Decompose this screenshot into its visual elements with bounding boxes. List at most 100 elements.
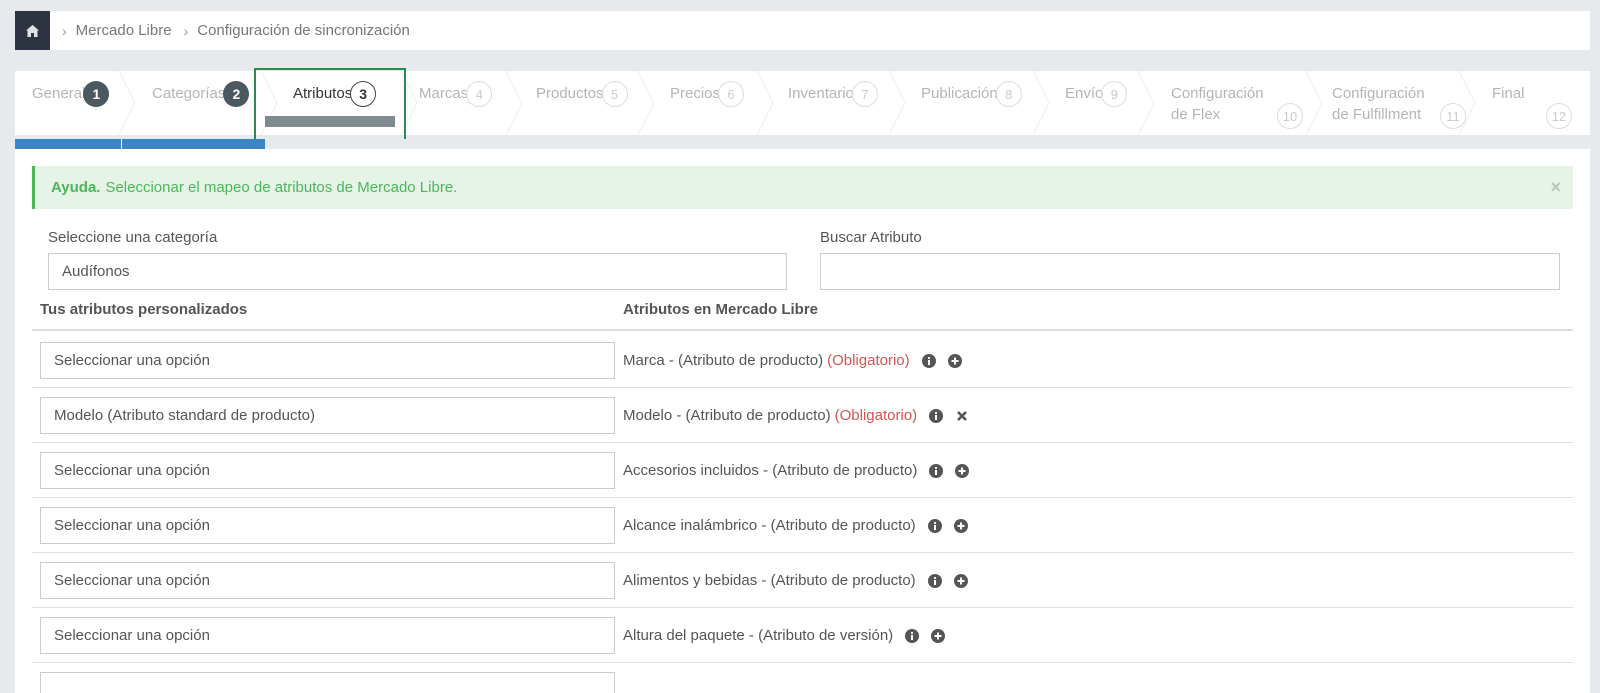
attribute-type: (Atributo de producto)	[770, 572, 916, 589]
column-header-custom: Tus atributos personalizados	[40, 301, 248, 318]
step-label: Envío	[1065, 85, 1104, 102]
remove-icon[interactable]	[955, 409, 969, 423]
attribute-name: Accesorios incluidos	[623, 462, 759, 479]
attribute-name: Altura del paquete	[623, 627, 745, 644]
progress-fill	[15, 139, 265, 149]
step-envio[interactable]: Envío 9	[1065, 71, 1128, 135]
custom-attribute-select[interactable]: Seleccionar una opción	[40, 617, 615, 654]
step-marcas[interactable]: Marcas 4	[419, 71, 493, 135]
step-label: Inventario	[788, 85, 854, 102]
step-label-line2: de Fulfillment	[1332, 106, 1422, 123]
info-icon[interactable]	[929, 408, 944, 423]
step-productos[interactable]: Productos 5	[536, 71, 628, 135]
step-label: Configuración	[1171, 85, 1264, 102]
step-divider	[637, 71, 655, 135]
attribute-type: (Atributo de producto)	[772, 462, 918, 479]
current-step-highlight	[254, 68, 406, 142]
help-alert: Ayuda. Seleccionar el mapeo de atributos…	[32, 166, 1573, 209]
breadcrumb-separator: ›	[62, 22, 67, 39]
step-final[interactable]: Final 12	[1492, 71, 1580, 135]
custom-attribute-select[interactable]: Modelo (Atributo standard de producto)	[40, 397, 615, 434]
info-icon[interactable]	[927, 518, 942, 533]
ml-attribute: Alimentos y bebidas - (Atributo de produ…	[623, 553, 968, 608]
step-divider	[756, 71, 774, 135]
alert-text: Seleccionar el mapeo de atributos de Mer…	[105, 179, 458, 196]
custom-attribute-select[interactable]: Seleccionar una opción	[40, 562, 615, 599]
step-categorias[interactable]: Categorías 2	[152, 71, 250, 135]
ml-attribute: Altura del paquete - (Atributo de versió…	[623, 608, 946, 663]
step-divider	[1137, 71, 1155, 135]
step-label: Precios	[670, 85, 721, 102]
step-divider	[1305, 71, 1323, 135]
step-number-badge: 7	[851, 81, 878, 107]
search-attribute-label: Buscar Atributo	[820, 229, 922, 246]
wizard-stepper: General 1 Categorías 2 Atributos 3 Marca…	[15, 71, 1590, 135]
table-row: Seleccionar una opción Marca - (Atributo…	[32, 333, 1573, 388]
breadcrumb-item-mercado-libre[interactable]: Mercado Libre	[76, 22, 172, 39]
info-icon[interactable]	[905, 628, 920, 643]
custom-attribute-select[interactable]	[40, 672, 615, 693]
breadcrumb-item-current: Configuración de sincronización	[197, 22, 410, 39]
step-label: Marcas	[419, 85, 469, 102]
ml-attribute: Modelo - (Atributo de producto) (Obligat…	[623, 388, 969, 443]
required-label: (Obligatorio)	[834, 407, 918, 424]
column-header-mercadolibre: Atributos en Mercado Libre	[623, 301, 819, 318]
attribute-type: (Atributo de versión)	[758, 627, 894, 644]
step-configuracion-flex[interactable]: Configuración de Flex 10	[1171, 71, 1311, 135]
info-icon[interactable]	[927, 573, 942, 588]
step-inventario[interactable]: Inventario 7	[788, 71, 878, 135]
step-label: General	[32, 85, 86, 102]
info-icon[interactable]	[929, 463, 944, 478]
add-icon[interactable]	[947, 353, 962, 368]
search-attribute-input[interactable]	[820, 253, 1560, 290]
attribute-name: Modelo	[623, 407, 673, 424]
step-label-line2: de Flex	[1171, 106, 1221, 123]
step-divider	[888, 71, 906, 135]
step-label: Final	[1492, 85, 1525, 102]
step-label: Publicación	[921, 85, 998, 102]
step-number-badge: 9	[1101, 81, 1128, 107]
wizard-progress-bar	[15, 139, 1590, 149]
step-precios[interactable]: Precios 6	[670, 71, 745, 135]
step-divider	[118, 71, 136, 135]
step-label: Categorías	[152, 85, 226, 102]
step-number-badge: 1	[83, 81, 110, 107]
step-number-badge: 12	[1546, 103, 1572, 129]
ml-attribute: Marca - (Atributo de producto) (Obligato…	[623, 333, 962, 388]
step-general[interactable]: General 1	[32, 71, 110, 135]
close-icon[interactable]: ×	[1550, 177, 1561, 198]
custom-attribute-select[interactable]: Seleccionar una opción	[40, 507, 615, 544]
step-divider	[505, 71, 523, 135]
alert-title: Ayuda.	[51, 179, 101, 196]
step-publicacion[interactable]: Publicación 8	[921, 71, 1022, 135]
step-label: Configuración	[1332, 85, 1425, 102]
step-number-badge: 10	[1277, 103, 1303, 129]
table-row: Seleccionar una opción Accesorios inclui…	[32, 443, 1573, 498]
step-number-badge: 5	[601, 81, 628, 107]
info-icon[interactable]	[921, 353, 936, 368]
category-label: Seleccione una categoría	[48, 229, 218, 246]
custom-attribute-select[interactable]: Seleccionar una opción	[40, 342, 615, 379]
home-button[interactable]	[15, 11, 50, 50]
step-configuracion-fulfillment[interactable]: Configuración de Fulfillment 11	[1332, 71, 1474, 135]
add-icon[interactable]	[953, 518, 968, 533]
ml-attribute: Alcance inalámbrico - (Atributo de produ…	[623, 498, 968, 553]
home-icon	[26, 24, 39, 37]
add-icon[interactable]	[931, 628, 946, 643]
category-select[interactable]	[48, 253, 787, 290]
breadcrumb-separator: ›	[183, 22, 189, 39]
progress-divider	[121, 139, 122, 149]
step-label: Productos	[536, 85, 604, 102]
attribute-type: (Atributo de producto)	[770, 517, 916, 534]
add-icon[interactable]	[953, 573, 968, 588]
table-row: Modelo (Atributo standard de producto) M…	[32, 388, 1573, 443]
step-divider	[1458, 71, 1476, 135]
step-divider	[1032, 71, 1050, 135]
current-step-indicator	[265, 116, 395, 127]
ml-attribute: Accesorios incluidos - (Atributo de prod…	[623, 443, 970, 498]
step-number-badge: 6	[718, 81, 745, 107]
add-icon[interactable]	[955, 463, 970, 478]
main-content: Ayuda. Seleccionar el mapeo de atributos…	[15, 149, 1590, 693]
custom-attribute-select[interactable]: Seleccionar una opción	[40, 452, 615, 489]
attribute-name: Alcance inalámbrico	[623, 517, 758, 534]
